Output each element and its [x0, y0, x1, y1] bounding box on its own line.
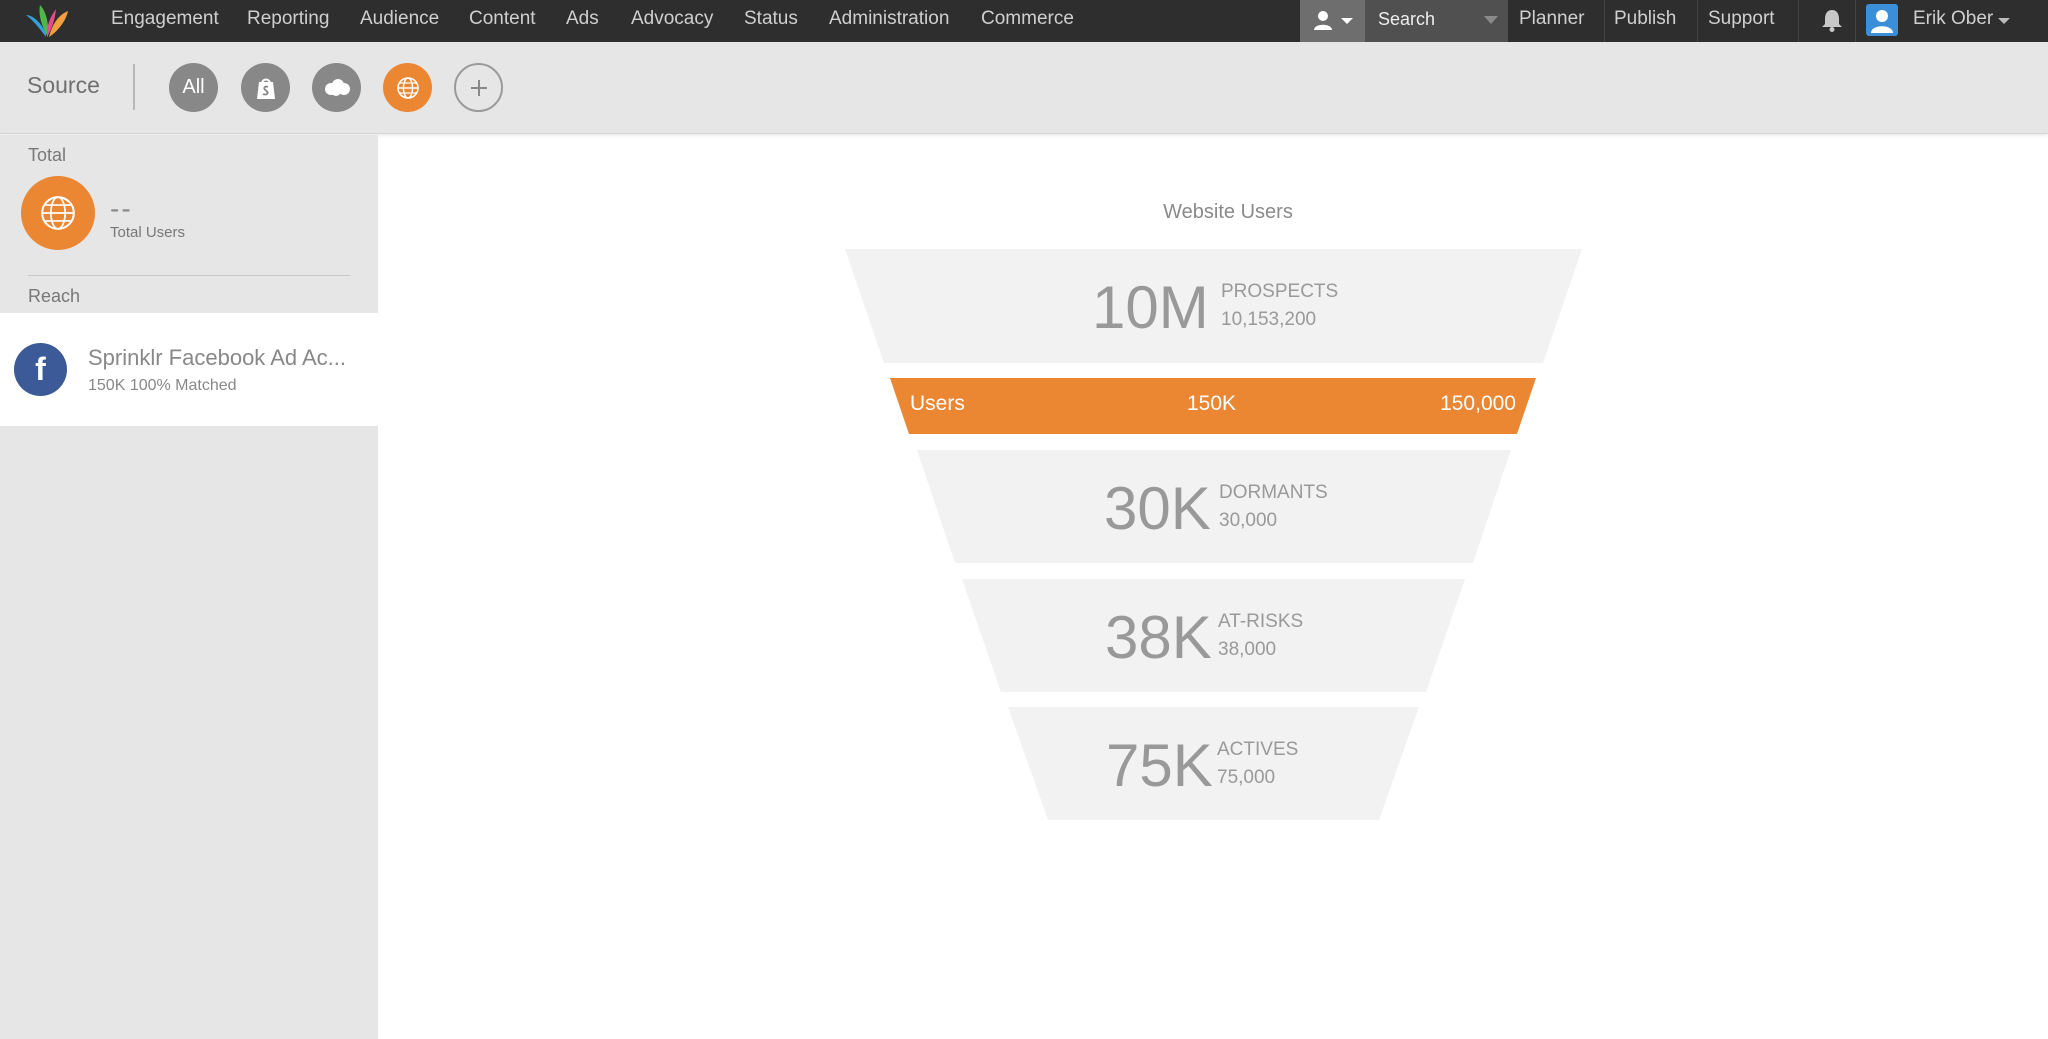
- total-section-label: Total: [28, 145, 67, 165]
- source-divider: [133, 64, 135, 110]
- user-filter-dropdown[interactable]: [1300, 0, 1365, 42]
- nav-reporting[interactable]: Reporting: [247, 0, 329, 42]
- nav-planner[interactable]: Planner: [1519, 0, 1585, 42]
- top-nav: Engagement Reporting Audience Content Ad…: [0, 0, 2048, 42]
- source-salesforce-button[interactable]: [312, 63, 361, 112]
- person-icon: [1314, 11, 1332, 30]
- sidebar: Total -- Total Users Reach f Sprinklr Fa…: [0, 135, 378, 1039]
- total-globe-badge: [21, 176, 95, 250]
- stage-label: PROSPECTS: [1221, 281, 1339, 302]
- funnel-stage-dormants[interactable]: 30K DORMANTS 30,000: [917, 450, 1511, 563]
- nav-content[interactable]: Content: [469, 0, 536, 42]
- source-all-button[interactable]: All: [169, 63, 218, 112]
- nav-audience[interactable]: Audience: [360, 0, 439, 42]
- stage-label: ACTIVES: [1217, 739, 1299, 760]
- reach-item-subtitle: 150K 100% Matched: [88, 377, 237, 394]
- globe-icon: [41, 196, 75, 230]
- nav-support[interactable]: Support: [1708, 0, 1775, 42]
- reach-section-label: Reach: [28, 286, 81, 306]
- chevron-down-icon[interactable]: [1998, 18, 2010, 24]
- total-users-value: --: [110, 193, 133, 224]
- total-users-caption: Total Users: [110, 224, 186, 241]
- funnel-stage-prospects[interactable]: 10M PROSPECTS 10,153,200: [845, 249, 1582, 363]
- nav-advocacy[interactable]: Advocacy: [631, 0, 713, 42]
- users-bar-value: 150,000: [1440, 392, 1516, 415]
- salesforce-icon: [324, 78, 350, 96]
- funnel-stage-actives[interactable]: 75K ACTIVES 75,000: [1008, 707, 1419, 820]
- nav-publish[interactable]: Publish: [1614, 0, 1676, 42]
- nav-divider: [1855, 0, 1856, 42]
- nav-divider: [1798, 0, 1799, 42]
- reach-item-facebook[interactable]: f Sprinklr Facebook Ad Ac... 150K 100% M…: [0, 313, 378, 426]
- source-bar: Source All: [0, 42, 2048, 134]
- funnel-segment-shape: [845, 249, 1582, 363]
- facebook-icon: f: [14, 343, 67, 396]
- source-label: Source: [27, 72, 100, 98]
- source-website-button[interactable]: [383, 63, 432, 112]
- sidebar-divider: [28, 275, 350, 276]
- stage-count: 75,000: [1217, 767, 1276, 788]
- sprinklr-logo-icon[interactable]: [22, 3, 72, 39]
- search-placeholder: Search: [1378, 9, 1436, 29]
- nav-commerce[interactable]: Commerce: [981, 0, 1074, 42]
- nav-status[interactable]: Status: [744, 0, 798, 42]
- nav-divider: [1697, 0, 1698, 42]
- chevron-down-icon: [1484, 16, 1498, 24]
- person-icon: [1871, 10, 1893, 33]
- nav-engagement[interactable]: Engagement: [111, 0, 219, 42]
- funnel-stage-users[interactable]: Users 150K 150,000: [890, 378, 1536, 434]
- bell-icon[interactable]: [1821, 8, 1843, 32]
- funnel-stage-at-risks[interactable]: 38K AT-RISKS 38,000: [962, 579, 1465, 692]
- funnel-segment-shape: [962, 579, 1465, 692]
- funnel-title: Website Users: [1163, 201, 1293, 223]
- stage-big-value: 75K: [1106, 732, 1213, 799]
- stage-count: 10,153,200: [1221, 309, 1317, 330]
- stage-count: 30,000: [1219, 510, 1278, 531]
- nav-administration[interactable]: Administration: [829, 0, 949, 42]
- shopify-icon: [256, 78, 275, 99]
- plus-icon: [470, 79, 487, 96]
- funnel-segment-shape: [1008, 707, 1419, 820]
- funnel-segment-shape: [917, 450, 1511, 563]
- globe-icon: [396, 76, 419, 99]
- search-input[interactable]: Search: [1365, 0, 1508, 42]
- avatar[interactable]: [1866, 4, 1898, 36]
- source-shopify-button[interactable]: [241, 63, 290, 112]
- add-source-button[interactable]: [454, 63, 503, 112]
- stage-label: DORMANTS: [1219, 482, 1328, 503]
- stage-big-value: 30K: [1104, 475, 1211, 542]
- user-name[interactable]: Erik Ober: [1913, 0, 1993, 42]
- stage-label: AT-RISKS: [1218, 611, 1304, 632]
- users-bar-label: Users: [910, 392, 965, 415]
- stage-big-value: 38K: [1105, 604, 1212, 671]
- nav-divider: [1604, 0, 1605, 42]
- stage-big-value: 10M: [1092, 274, 1209, 341]
- source-all-label: All: [182, 76, 205, 98]
- nav-ads[interactable]: Ads: [566, 0, 599, 42]
- reach-item-title: Sprinklr Facebook Ad Ac...: [88, 345, 347, 370]
- users-bar-short-value: 150K: [1187, 392, 1237, 415]
- stage-count: 38,000: [1218, 639, 1277, 660]
- chevron-down-icon: [1341, 18, 1353, 24]
